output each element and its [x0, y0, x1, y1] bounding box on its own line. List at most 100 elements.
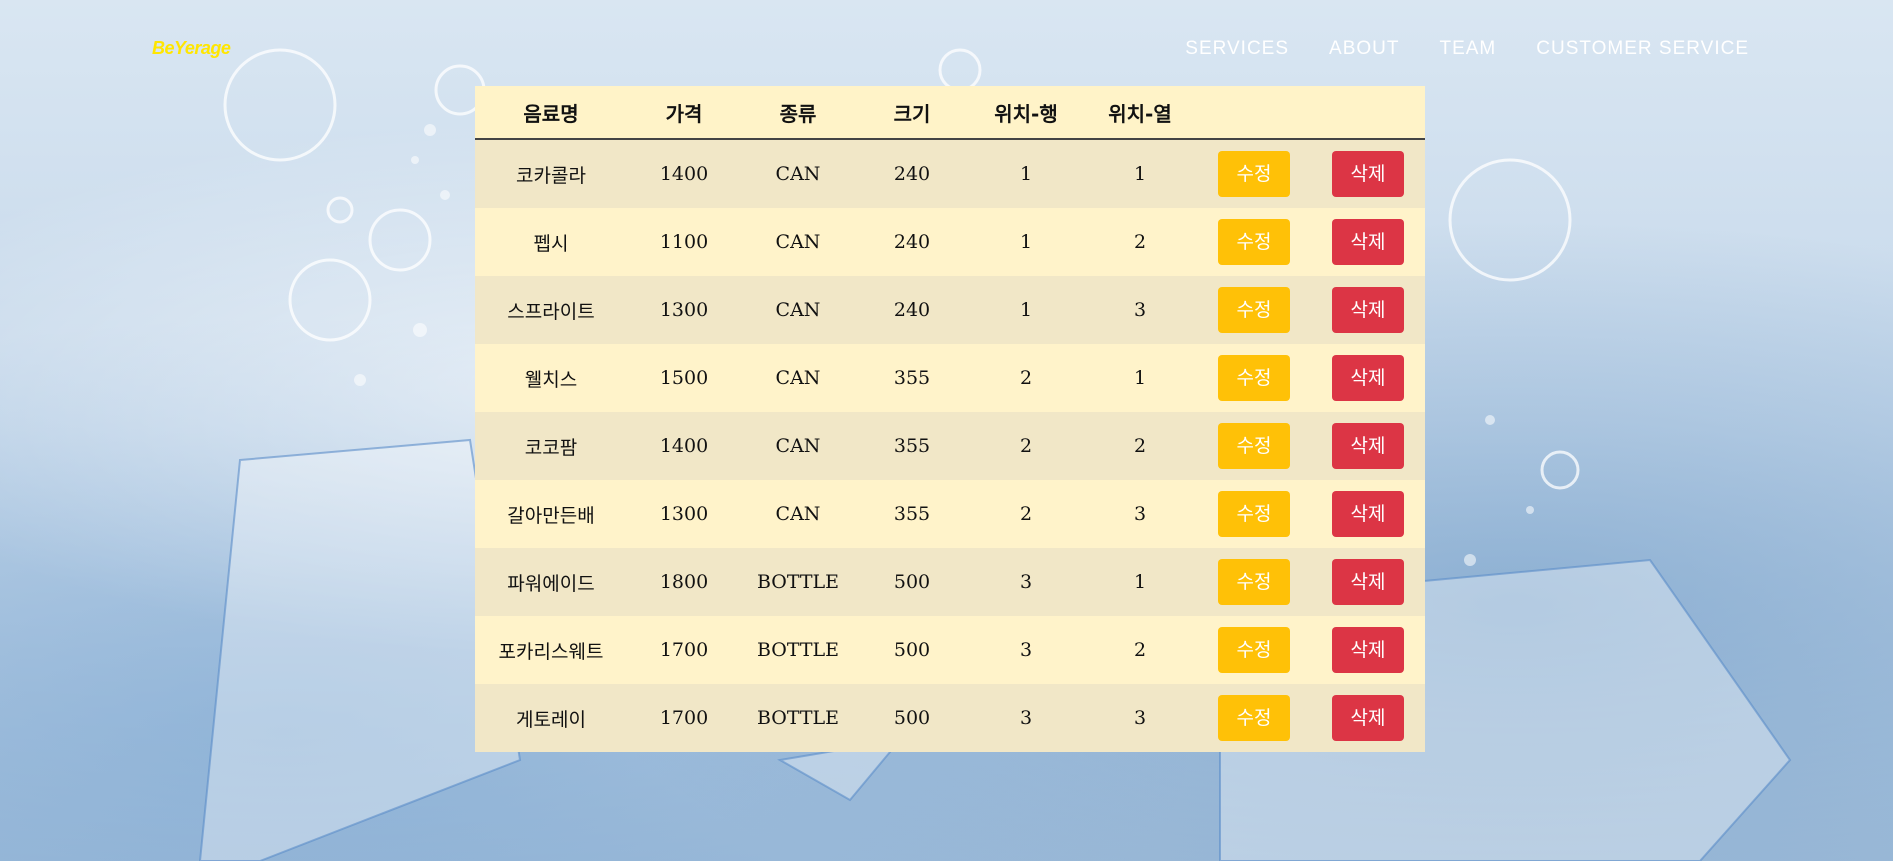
- cell-type: CAN: [741, 276, 855, 344]
- cell-size: 355: [855, 412, 969, 480]
- delete-button[interactable]: 삭제: [1332, 151, 1404, 197]
- header-price: 가격: [627, 86, 741, 140]
- delete-button[interactable]: 삭제: [1332, 491, 1404, 537]
- cell-delete: 삭제: [1311, 208, 1425, 276]
- nav-item-services[interactable]: SERVICES: [1185, 38, 1289, 60]
- delete-button[interactable]: 삭제: [1332, 559, 1404, 605]
- cell-position-col: 2: [1083, 616, 1197, 684]
- table-row: 파워에이드 1800 BOTTLE 500 3 1 수정 삭제: [475, 548, 1425, 616]
- cell-price: 1100: [627, 208, 741, 276]
- beverage-table-container: 음료명 가격 종류 크기 위치-행 위치-열 코카콜라 1400 CAN 240 1 1 수…: [475, 86, 1425, 752]
- brand-logo[interactable]: BeYerage: [152, 38, 231, 59]
- cell-position-row: 1: [969, 276, 1083, 344]
- cell-position-row: 3: [969, 548, 1083, 616]
- cell-edit: 수정: [1197, 684, 1311, 752]
- delete-button[interactable]: 삭제: [1332, 287, 1404, 333]
- edit-button[interactable]: 수정: [1218, 287, 1290, 333]
- cell-type: CAN: [741, 208, 855, 276]
- delete-button[interactable]: 삭제: [1332, 627, 1404, 673]
- cell-type: CAN: [741, 139, 855, 208]
- edit-button[interactable]: 수정: [1218, 627, 1290, 673]
- delete-button[interactable]: 삭제: [1332, 695, 1404, 741]
- delete-button[interactable]: 삭제: [1332, 219, 1404, 265]
- cell-price: 1400: [627, 139, 741, 208]
- cell-delete: 삭제: [1311, 276, 1425, 344]
- table-row: 갈아만든배 1300 CAN 355 2 3 수정 삭제: [475, 480, 1425, 548]
- table-row: 포카리스웨트 1700 BOTTLE 500 3 2 수정 삭제: [475, 616, 1425, 684]
- table-row: 코코팜 1400 CAN 355 2 2 수정 삭제: [475, 412, 1425, 480]
- cell-name: 코코팜: [475, 412, 627, 480]
- edit-button[interactable]: 수정: [1218, 355, 1290, 401]
- cell-name: 펩시: [475, 208, 627, 276]
- cell-size: 355: [855, 344, 969, 412]
- cell-edit: 수정: [1197, 548, 1311, 616]
- cell-edit: 수정: [1197, 412, 1311, 480]
- edit-button[interactable]: 수정: [1218, 491, 1290, 537]
- header-type: 종류: [741, 86, 855, 140]
- cell-position-row: 1: [969, 139, 1083, 208]
- table-row: 코카콜라 1400 CAN 240 1 1 수정 삭제: [475, 139, 1425, 208]
- cell-type: BOTTLE: [741, 616, 855, 684]
- cell-position-row: 2: [969, 480, 1083, 548]
- header-delete: [1311, 86, 1425, 140]
- edit-button[interactable]: 수정: [1218, 695, 1290, 741]
- cell-type: BOTTLE: [741, 684, 855, 752]
- cell-name: 웰치스: [475, 344, 627, 412]
- table-row: 펩시 1100 CAN 240 1 2 수정 삭제: [475, 208, 1425, 276]
- cell-position-col: 1: [1083, 344, 1197, 412]
- cell-position-col: 2: [1083, 412, 1197, 480]
- cell-edit: 수정: [1197, 480, 1311, 548]
- nav-item-team[interactable]: TEAM: [1439, 38, 1496, 60]
- cell-type: CAN: [741, 412, 855, 480]
- cell-position-col: 1: [1083, 548, 1197, 616]
- nav-item-about[interactable]: ABOUT: [1329, 38, 1399, 60]
- cell-delete: 삭제: [1311, 344, 1425, 412]
- cell-price: 1400: [627, 412, 741, 480]
- edit-button[interactable]: 수정: [1218, 219, 1290, 265]
- cell-position-row: 3: [969, 616, 1083, 684]
- table-row: 게토레이 1700 BOTTLE 500 3 3 수정 삭제: [475, 684, 1425, 752]
- cell-delete: 삭제: [1311, 684, 1425, 752]
- header-edit: [1197, 86, 1311, 140]
- cell-size: 500: [855, 616, 969, 684]
- cell-price: 1300: [627, 480, 741, 548]
- cell-delete: 삭제: [1311, 480, 1425, 548]
- header-size: 크기: [855, 86, 969, 140]
- cell-position-col: 2: [1083, 208, 1197, 276]
- cell-position-col: 3: [1083, 480, 1197, 548]
- cell-edit: 수정: [1197, 344, 1311, 412]
- cell-size: 500: [855, 548, 969, 616]
- edit-button[interactable]: 수정: [1218, 559, 1290, 605]
- navbar: BeYerage SERVICES ABOUT TEAM CUSTOMER SE…: [0, 0, 1893, 100]
- cell-size: 240: [855, 208, 969, 276]
- cell-price: 1300: [627, 276, 741, 344]
- cell-size: 355: [855, 480, 969, 548]
- cell-edit: 수정: [1197, 208, 1311, 276]
- cell-price: 1700: [627, 684, 741, 752]
- cell-position-row: 2: [969, 412, 1083, 480]
- cell-position-row: 2: [969, 344, 1083, 412]
- cell-name: 갈아만든배: [475, 480, 627, 548]
- cell-position-row: 1: [969, 208, 1083, 276]
- cell-name: 파워에이드: [475, 548, 627, 616]
- cell-edit: 수정: [1197, 139, 1311, 208]
- edit-button[interactable]: 수정: [1218, 423, 1290, 469]
- cell-edit: 수정: [1197, 276, 1311, 344]
- delete-button[interactable]: 삭제: [1332, 355, 1404, 401]
- cell-price: 1500: [627, 344, 741, 412]
- cell-type: BOTTLE: [741, 548, 855, 616]
- edit-button[interactable]: 수정: [1218, 151, 1290, 197]
- cell-position-row: 3: [969, 684, 1083, 752]
- cell-size: 240: [855, 139, 969, 208]
- cell-name: 코카콜라: [475, 139, 627, 208]
- beverage-table: 음료명 가격 종류 크기 위치-행 위치-열 코카콜라 1400 CAN 240 1 1 수…: [475, 86, 1425, 752]
- nav-item-customer-service[interactable]: CUSTOMER SERVICE: [1536, 38, 1749, 60]
- cell-delete: 삭제: [1311, 548, 1425, 616]
- delete-button[interactable]: 삭제: [1332, 423, 1404, 469]
- header-position-col: 위치-열: [1083, 86, 1197, 140]
- cell-position-col: 1: [1083, 139, 1197, 208]
- cell-size: 240: [855, 276, 969, 344]
- cell-delete: 삭제: [1311, 139, 1425, 208]
- cell-position-col: 3: [1083, 276, 1197, 344]
- table-row: 웰치스 1500 CAN 355 2 1 수정 삭제: [475, 344, 1425, 412]
